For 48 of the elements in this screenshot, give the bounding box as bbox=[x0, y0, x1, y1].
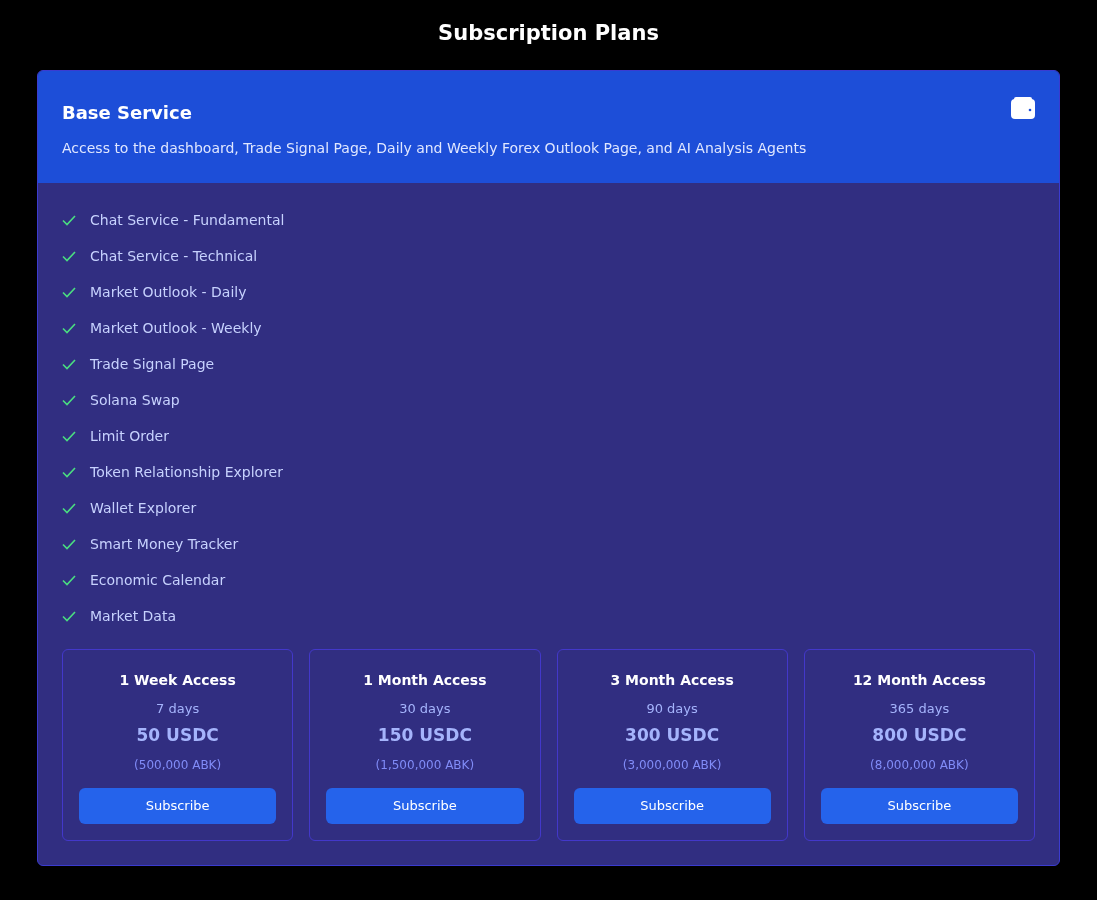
option-price: 300 USDC bbox=[625, 723, 720, 747]
check-icon bbox=[62, 394, 76, 406]
feature-label: Market Outlook - Weekly bbox=[90, 318, 262, 338]
feature-label: Chat Service - Fundamental bbox=[90, 210, 285, 230]
feature-label: Economic Calendar bbox=[90, 570, 226, 590]
subscribe-button[interactable]: Subscribe bbox=[326, 788, 524, 824]
feature-label: Wallet Explorer bbox=[90, 498, 197, 518]
option-name: 1 Month Access bbox=[363, 671, 487, 690]
option-name: 12 Month Access bbox=[852, 671, 986, 690]
feature-label: Trade Signal Page bbox=[90, 354, 215, 374]
option-alt-price: (1,500,000 ABK) bbox=[375, 757, 475, 774]
wallet-icon bbox=[1011, 97, 1035, 119]
option-duration: 90 days bbox=[646, 700, 698, 718]
check-icon bbox=[62, 574, 76, 586]
check-icon bbox=[62, 286, 76, 298]
option-duration: 7 days bbox=[156, 700, 200, 718]
option-duration: 365 days bbox=[889, 700, 950, 718]
feature-label: Market Data bbox=[90, 606, 176, 626]
feature-label: Smart Money Tracker bbox=[90, 534, 239, 554]
page-title: Subscription Plans bbox=[438, 20, 659, 47]
subscribe-button[interactable]: Subscribe bbox=[573, 788, 771, 824]
check-icon bbox=[62, 214, 76, 226]
feature-label: Chat Service - Technical bbox=[90, 246, 258, 266]
check-icon bbox=[62, 322, 76, 334]
option-price: 150 USDC bbox=[377, 723, 472, 747]
check-icon bbox=[62, 430, 76, 442]
feature-label: Token Relationship Explorer bbox=[90, 462, 283, 482]
feature-label: Solana Swap bbox=[90, 390, 180, 410]
check-icon bbox=[62, 466, 76, 478]
plan-description: Access to the dashboard, Trade Signal Page, Daily and Weekly Forex Outlook Page, and AI Analysis Agents bbox=[62, 139, 807, 158]
check-icon bbox=[62, 502, 76, 514]
feature-label: Market Outlook - Daily bbox=[90, 282, 247, 302]
check-icon bbox=[62, 358, 76, 370]
option-duration: 30 days bbox=[399, 700, 451, 718]
check-icon bbox=[62, 538, 76, 550]
feature-label: Limit Order bbox=[90, 426, 169, 446]
option-alt-price: (8,000,000 ABK) bbox=[870, 757, 969, 774]
subscribe-button[interactable]: Subscribe bbox=[79, 788, 277, 824]
plan-title: Base Service bbox=[62, 101, 192, 125]
option-price: 800 USDC bbox=[872, 723, 967, 747]
check-icon bbox=[62, 250, 76, 262]
option-name: 3 Month Access bbox=[610, 671, 734, 690]
subscribe-button[interactable]: Subscribe bbox=[820, 788, 1018, 824]
option-alt-price: (3,000,000 ABK) bbox=[622, 757, 722, 774]
check-icon bbox=[62, 610, 76, 622]
option-price: 50 USDC bbox=[136, 723, 219, 747]
option-name: 1 Week Access bbox=[119, 671, 236, 690]
option-alt-price: (500,000 ABK) bbox=[134, 757, 222, 774]
